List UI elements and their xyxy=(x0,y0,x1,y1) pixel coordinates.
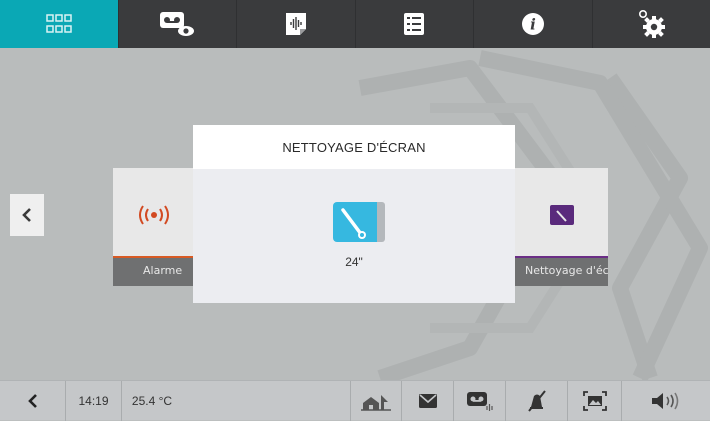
mute-icon xyxy=(526,390,548,412)
screen-cleaning-dialog: NETTOYAGE D'ÉCRAN 24" xyxy=(193,125,515,303)
list-icon xyxy=(403,12,425,36)
bottom-status-bar: 14:19 25.4 °C xyxy=(0,380,710,420)
temperature-reading: 25.4 °C xyxy=(132,394,172,408)
mute-button[interactable] xyxy=(506,381,568,421)
voicemail-icon xyxy=(465,390,495,412)
dialog-title: NETTOYAGE D'ÉCRAN xyxy=(282,140,425,155)
screen-cleaning-icon xyxy=(331,200,387,244)
volume-icon xyxy=(651,392,681,410)
back-chevron-icon xyxy=(27,393,39,409)
home-away-button[interactable] xyxy=(350,381,402,421)
settings-gear-icon xyxy=(636,9,666,39)
apps-grid-icon xyxy=(46,14,72,34)
audio-message-icon xyxy=(283,11,309,37)
previous-page-button[interactable] xyxy=(10,194,44,236)
volume-button[interactable] xyxy=(622,381,710,421)
alarm-tile[interactable]: Alarme xyxy=(113,168,195,286)
tab-settings[interactable] xyxy=(593,0,710,48)
cleaning-countdown: 24" xyxy=(193,255,515,269)
clock-time: 14:19 xyxy=(78,394,108,408)
alarm-signal-icon xyxy=(137,205,171,225)
tab-info[interactable]: i xyxy=(474,0,593,48)
home-away-icon xyxy=(361,391,391,411)
tab-voicemail-view[interactable] xyxy=(119,0,238,48)
screen-cleaning-tile-label: Nettoyage d'écran xyxy=(525,264,608,277)
top-navigation-bar: i xyxy=(0,0,710,48)
screen-cleaning-tile[interactable]: Nettoyage d'écran xyxy=(515,168,608,286)
svg-text:i: i xyxy=(530,16,536,34)
info-icon: i xyxy=(521,12,545,36)
alarm-tile-label: Alarme xyxy=(143,264,182,277)
tab-audio-messages[interactable] xyxy=(237,0,356,48)
tab-list[interactable] xyxy=(356,0,475,48)
voicemail-view-icon xyxy=(158,10,196,38)
voicemail-button[interactable] xyxy=(454,381,506,421)
photo-frame-icon xyxy=(583,391,607,411)
screen-cleaning-icon xyxy=(549,204,575,226)
messages-button[interactable] xyxy=(402,381,454,421)
chevron-left-icon xyxy=(21,207,33,223)
photo-frame-button[interactable] xyxy=(568,381,622,421)
back-button[interactable] xyxy=(0,381,66,421)
envelope-icon xyxy=(418,393,438,409)
tab-apps[interactable] xyxy=(0,0,119,48)
